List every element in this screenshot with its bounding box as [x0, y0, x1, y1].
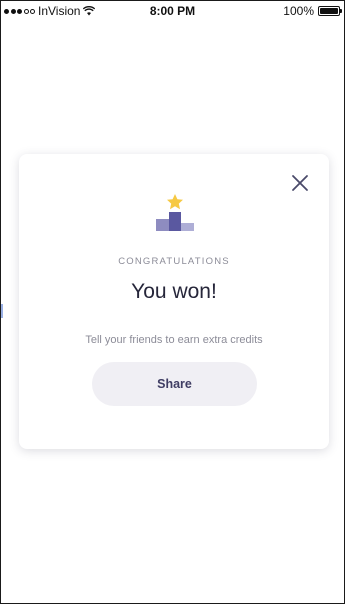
podium-star-icon	[156, 194, 194, 231]
status-right: 100%	[283, 4, 342, 18]
edge-artifact	[1, 304, 3, 318]
status-bar: InVision 8:00 PM 100%	[1, 1, 344, 21]
phone-screen: InVision 8:00 PM 100% CONGRATULATIONS Yo…	[0, 0, 345, 604]
close-icon[interactable]	[289, 172, 311, 194]
dialog-message: Tell your friends to earn extra credits	[85, 334, 263, 346]
congratulations-dialog: CONGRATULATIONS You won! Tell your frien…	[19, 154, 329, 449]
battery-percent: 100%	[283, 4, 314, 18]
share-button[interactable]: Share	[92, 362, 257, 406]
congratulations-label: CONGRATULATIONS	[118, 256, 230, 267]
battery-icon	[318, 6, 342, 16]
dialog-title: You won!	[131, 280, 217, 303]
